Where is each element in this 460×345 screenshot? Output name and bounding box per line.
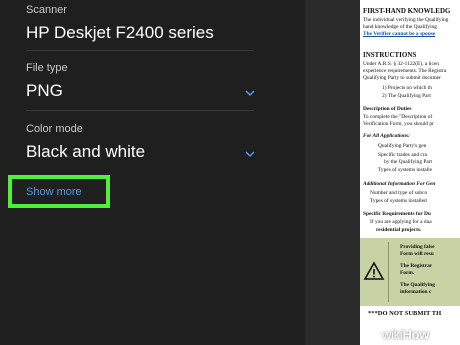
wikihow-watermark: wikiHow [382, 327, 429, 342]
doc-line: hand knowledge of the Qualifying [363, 24, 437, 30]
show-more-button[interactable]: Show more [8, 175, 110, 208]
doc-bullet: Qualifying Party's gen [378, 143, 427, 149]
warning-line: The Qualifying [400, 282, 435, 288]
file-type-label: File type [26, 62, 68, 74]
color-mode-label: Color mode [26, 123, 83, 135]
warning-line: Providing false [400, 244, 435, 250]
doc-line: The individual verifying the Qualifying [363, 17, 449, 23]
doc-bullet: Types of systems installed [370, 198, 427, 204]
file-type-value[interactable]: PNG [26, 81, 256, 101]
doc-line: experience requirements. The Registra [363, 68, 447, 74]
divider [26, 50, 254, 51]
doc-line: Under A.R.S. § 32-1122(E), a licen [363, 61, 440, 67]
divider [26, 110, 254, 111]
file-type-dropdown[interactable]: File type PNG [26, 62, 256, 101]
warning-line: Form will resu [400, 251, 434, 257]
doc-line: The Verifier cannot be a spouse [363, 31, 436, 37]
warning-line: The Registrar [400, 263, 433, 269]
show-more-label[interactable]: Show more [26, 186, 82, 198]
chevron-down-icon[interactable] [244, 87, 256, 99]
scanner-field[interactable]: Scanner HP Deskjet F2400 series [26, 4, 256, 43]
doc-heading: FIRST-HAND KNOWLEDG [363, 7, 451, 15]
warning-divider [388, 242, 389, 302]
scanner-label: Scanner [26, 4, 67, 16]
doc-subheading: Specific Requirements for Du [363, 211, 431, 217]
warning-line: information c [400, 289, 432, 295]
doc-subheading: Additional Information For Gen [363, 181, 436, 187]
doc-line: Qualifying Party to submit documer [363, 75, 441, 81]
doc-line: 2) The Qualifying Part [382, 93, 431, 99]
doc-line: 1) Projects on which th [382, 85, 433, 91]
doc-line: To complete the "Description of [363, 114, 433, 120]
doc-bullet: Types of systems installe [378, 167, 432, 173]
doc-bullet: If you are applying for a dua [370, 219, 432, 225]
doc-bullet: Number and type of subco [370, 190, 428, 196]
doc-footer-notice: ***DO NOT SUBMIT TH [368, 310, 442, 317]
watermark-part2: How [402, 327, 430, 342]
doc-subheading: For All Applications: [363, 133, 410, 139]
doc-bullet: Specific trades and cra [378, 152, 427, 158]
preview-gutter [305, 0, 360, 345]
color-mode-dropdown[interactable]: Color mode Black and white [26, 123, 256, 162]
color-mode-value[interactable]: Black and white [26, 142, 256, 162]
doc-line: residential projects. [376, 227, 422, 233]
chevron-down-icon[interactable] [244, 148, 256, 160]
scan-preview-document: FIRST-HAND KNOWLEDG The individual verif… [360, 0, 460, 345]
doc-subheading: Description of Duties [363, 106, 412, 112]
doc-line: Verification Form, you should pr [363, 121, 434, 127]
scan-settings-panel: Scanner HP Deskjet F2400 series File typ… [0, 0, 305, 345]
doc-heading: INSTRUCTIONS [363, 51, 417, 59]
warning-line: Form. [400, 270, 415, 276]
watermark-part1: wiki [382, 327, 403, 342]
warning-box: Providing false Form will resu The Regis… [360, 238, 460, 306]
doc-line: by the Qualifying Part [384, 159, 433, 165]
scanner-value[interactable]: HP Deskjet F2400 series [26, 23, 256, 43]
warning-triangle-icon [363, 261, 385, 280]
